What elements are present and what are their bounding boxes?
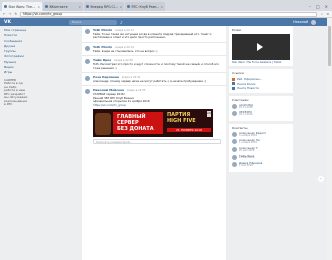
members-block: Участники vzxzhdfgz 20.11.2016 XEXEXEX 20.… (229, 95, 293, 121)
tab-favicon-icon (127, 5, 130, 8)
comment-text: Тайм, вчера не стыковались, это не вопро… (93, 48, 158, 53)
avatar (232, 162, 237, 168)
avatar[interactable] (85, 59, 90, 65)
comment-input[interactable]: Написать комментарий... (93, 139, 221, 145)
star-icon[interactable]: ☆ (320, 12, 323, 16)
forward-icon[interactable]: → (9, 12, 12, 16)
avatar (232, 147, 237, 153)
contact-item[interactable]: Александр Радиот 3 ноября 2016 (232, 132, 290, 138)
link-icon (232, 86, 235, 90)
tab-favicon-icon (4, 5, 7, 8)
contacts-block: Контакты Александр Радиот 3 ноября 2016 А… (229, 123, 293, 172)
banner-badge: x3 (207, 111, 211, 118)
member-item[interactable]: vzxzhdfgz 20.11.2016 (232, 103, 290, 110)
video-caption[interactable]: Star Wars: The Force Awakens | Trailer (232, 61, 290, 64)
comment-item: Toth Pilorin вчера в 22:14 Тайм, вчера не… (82, 43, 226, 57)
tab-favicon-icon (45, 5, 48, 8)
url-input[interactable]: https://vk.com/rtc_group (20, 11, 318, 17)
ad-line: в RTC (4, 102, 13, 107)
browser-tab[interactable]: Star Wars: The... × (2, 2, 42, 11)
post-link[interactable]: https://vk.com/rtc_group (93, 103, 223, 107)
search-input[interactable]: Поиск (68, 19, 117, 25)
promo-post: Николай Мойсеев вчера в 22:55 СТАРВАР сер… (82, 86, 226, 146)
comment-item: Toth Pilorin вчера в 22:11 Тайм, Точно та… (82, 26, 226, 43)
reload-icon[interactable]: ↻ (14, 12, 17, 16)
avatar (232, 111, 237, 117)
close-tab-icon[interactable]: × (78, 5, 81, 9)
browser-tab[interactable]: ВКонтакте × (43, 2, 83, 11)
avatar[interactable] (85, 89, 90, 95)
section-title: Контакты (232, 125, 248, 130)
wall-feed: Toth Pilorin вчера в 22:11 Тайм, Точно та… (82, 26, 226, 260)
vk-logo[interactable]: VK (4, 20, 11, 25)
avatar (232, 103, 237, 109)
close-tab-icon[interactable]: × (119, 5, 122, 9)
links-block: Ссылки Раб. Оформлен... Лента Ролик Лент… (229, 69, 293, 93)
video-thumbnail[interactable] (232, 34, 290, 60)
member-item[interactable]: XEXEXEX 20.11.2016 (232, 111, 290, 117)
contact-item[interactable]: Тайм Ярое 21 мая 2016 (232, 154, 290, 161)
video-block: Ролик Star Wars: The Force Awakens | Tra… (229, 26, 293, 67)
browser-tab-bar: Star Wars: The... × ВКонтакте × Вперед RPG… (0, 0, 332, 11)
close-tab-icon[interactable]: × (37, 5, 40, 9)
bell-icon[interactable]: ♪ (120, 20, 123, 25)
back-icon[interactable]: ← (3, 12, 6, 16)
close-tab-icon[interactable]: × (160, 5, 163, 9)
minimize-button[interactable]: – (309, 4, 311, 9)
link-item[interactable]: Лента Новости (232, 86, 290, 91)
avatar[interactable] (311, 19, 316, 25)
comment-text: Александр, почему сервер ниже не могут р… (93, 79, 206, 84)
comment-text: Тайм, Точно такая же ситуация когда в кл… (93, 32, 212, 40)
comment-item: Роза Карлаева вчера в 22:41 Александр, по… (82, 73, 226, 87)
scrollbar-thumb[interactable] (328, 26, 331, 66)
avatar[interactable] (85, 29, 90, 34)
scroll-up-button[interactable]: ^ (318, 176, 324, 182)
user-name[interactable]: Николай (293, 20, 308, 24)
menu-icon[interactable]: ≡ (326, 12, 329, 16)
section-title: Участники (232, 97, 249, 102)
tab-favicon-icon (86, 5, 89, 8)
contact-item[interactable]: Александр Ли 1 ноября 2016 (232, 139, 290, 145)
banner-date: 21 НОЯБРЯ 2016 (167, 128, 211, 133)
banner-right-text: ПАРТИЯ HIGH FIVE (167, 112, 196, 125)
avatar[interactable] (85, 45, 90, 51)
link-icon (232, 77, 235, 81)
avatar (232, 154, 237, 160)
close-window-button[interactable]: × (325, 4, 328, 9)
promo-banner[interactable]: ГЛАВНЫЙ СЕРВЕР БЕЗ ДОНАТА ПАРТИЯ HIGH FI… (93, 109, 213, 138)
section-title: Ролик (232, 28, 242, 32)
avatar[interactable] (85, 76, 90, 82)
character-image (95, 113, 111, 136)
section-title: Ссылки (232, 71, 244, 76)
contact-item[interactable]: Давид Ефремов 1 мая 2016 (232, 162, 290, 168)
address-bar: ← → ↻ https://vk.com/rtc_group ☆ ≡ (0, 11, 332, 18)
banner-left-text: ГЛАВНЫЙ СЕРВЕР БЕЗ ДОНАТА (117, 114, 154, 133)
avatar (232, 131, 237, 137)
comment-text: Toth, Рассмотрел это просто и идут сложн… (93, 62, 219, 70)
window-controls: – □ × (309, 2, 332, 11)
browser-tab[interactable]: Вперед RPG Cl... × (84, 2, 124, 11)
link-icon (232, 82, 235, 86)
maximize-button[interactable]: □ (316, 4, 320, 9)
vk-header: VK Поиск ♪ Николай (0, 18, 332, 26)
play-icon[interactable] (257, 43, 263, 51)
right-column: Ролик Star Wars: The Force Awakens | Tra… (229, 26, 293, 260)
comment-item: Тайм Ярое вчера в 22:30 Toth, Рассмотрел … (82, 56, 226, 74)
left-nav: Моя страница Новости Сообщения Друзья Гр… (4, 28, 54, 107)
browser-tab[interactable]: RTC: Клуб Разн... × (125, 2, 165, 11)
contact-item[interactable]: Александр Т. 20 мая 2016 (232, 147, 290, 153)
timestamp: вчера в 22:55 (126, 89, 146, 93)
avatar (232, 139, 237, 145)
